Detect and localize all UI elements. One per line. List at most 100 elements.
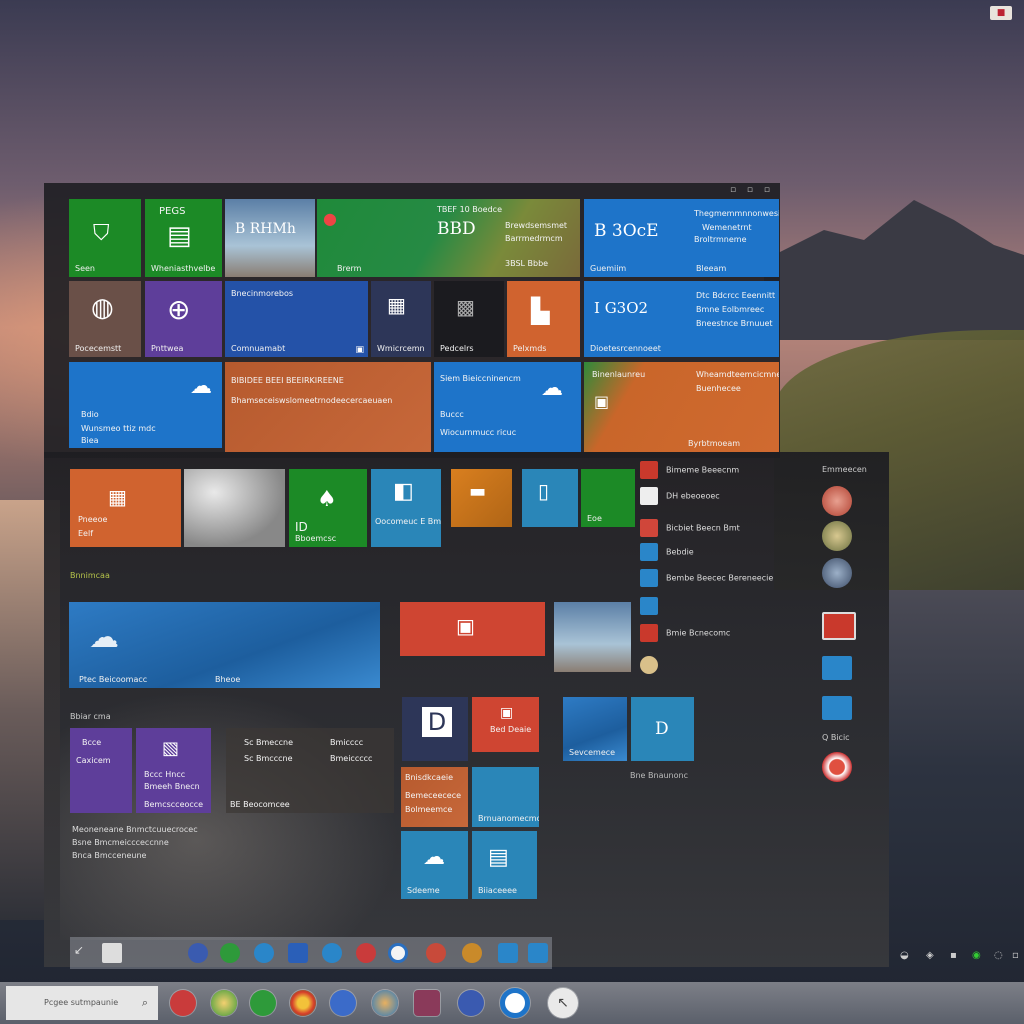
app-icon [640,543,658,561]
folder-icon: ▬ [469,481,487,502]
tile-blue-d[interactable]: D [631,697,694,761]
cloud-icon[interactable] [254,943,274,963]
tile-cloud-small[interactable]: ☁ Sdeeme [401,831,468,899]
battery-icon[interactable]: ▪ [950,950,957,961]
calculator-icon: ▦ [108,485,127,509]
image-icon[interactable] [822,656,852,680]
tile-xbox[interactable]: ▩ Pedcelrs [434,281,504,357]
wifi-icon[interactable]: ◒ [900,950,909,961]
tile-green[interactable]: Eoe [581,469,635,527]
app-icon [640,569,658,587]
record-icon[interactable] [822,752,852,782]
globe-app-icon[interactable] [372,990,398,1016]
tile-globe[interactable]: ◍ Pocecemstt [69,281,141,357]
notification-icon[interactable]: ■ [990,6,1012,20]
tile-photos[interactable]: B RHMh [225,199,315,277]
clock-icon[interactable]: ◌ [994,950,1003,961]
tile-purple-2[interactable]: ▧ Bccc Hncc Bmeeh Bnecn Bemcscceocce [136,728,211,813]
app-icon [640,461,658,479]
tile-rust-2[interactable]: Bnisdkcaeie Bemeceecece Bolmeemce [401,767,468,827]
settings-icon[interactable] [822,521,852,551]
tile-group-caption: Meoneneane Bnmctcuuecrocec Bsne Bmcmeicc… [72,825,198,860]
list-item[interactable]: Bicbiet Beecn Bmt [640,519,740,539]
news-icon: ▤ [488,845,509,870]
tile-amber[interactable]: ▬ [451,469,512,527]
list-item[interactable]: Bimeme Beeecnm [640,461,739,481]
tile-photo-beach[interactable] [554,602,631,672]
tile-weather[interactable]: B 3OcE Thegmemmnnonwesid Wemenetrnt Brol… [584,199,779,277]
gallery-app-icon[interactable] [414,990,440,1016]
tile-sports[interactable]: ▣ Binenlaunreu Wheamdteemcicmne Buenhece… [584,362,779,452]
back-app-icon[interactable]: ↖ [548,988,578,1018]
search-box[interactable]: Pcgee sutmpaunie ⌕ [6,986,158,1020]
tile-teal[interactable]: ▯ [522,469,578,527]
tile-calculator[interactable]: ▦ Pneeoe Eelf [70,469,181,547]
tile-dark-text[interactable]: Sc Bmeccne Bmicccc Sc Bmcccne Bmeiccccc … [226,728,394,813]
tile-onedrive[interactable]: ☁ Bdio Wunsmeo ttiz mdc Biea [69,362,222,448]
tile-onedrive-2[interactable]: ☁ Siem Bieiccninencm Buccc Wiocurnmucc r… [434,362,581,452]
tile-finance[interactable]: I G3O2 Dtc Bdcrcc Eeennitt Bmne Eolbmree… [584,281,779,357]
edge-icon[interactable] [188,943,208,963]
list-item[interactable]: Bmie Bcnecomc [640,624,730,644]
leaf-icon: ♠ [317,487,337,512]
tile-photo-cloud[interactable] [184,469,285,547]
app-icon [640,624,658,642]
app-d-icon: D [422,707,452,737]
back-icon[interactable]: ↙ [74,943,94,963]
media-icon[interactable] [426,943,446,963]
avatar-icon[interactable] [822,486,852,516]
tile-mail[interactable]: PEGS ▤ Wheniasthvelbe [145,199,222,277]
tile-sky-wide[interactable]: ☁ Ptec Beicoomacc Bheoe [69,602,380,688]
tile-onedrive-3[interactable]: ♠ ID Bboemcsc [289,469,367,547]
chrome-app-icon[interactable] [290,990,316,1016]
tile-blue-paper[interactable]: Brnuanomecmcm [472,767,539,827]
tile-store-2[interactable]: ◧ Oocomeuc E Bmoccecne [371,469,441,547]
tile-red-small[interactable]: ▣ Bed Deaie [472,697,539,752]
clock-icon[interactable] [388,943,408,963]
globe-icon[interactable] [822,558,852,588]
tile-purple-1[interactable]: Bcce Caxicem [70,728,132,813]
tile-navy-d[interactable]: D [402,697,468,761]
maps-icon[interactable] [356,943,376,963]
inner-taskbar: ↙ [70,937,552,969]
tile-red-wide[interactable]: ▣ [400,602,545,656]
caption-under-col: Bne Bnaunonc [630,771,688,780]
list-item[interactable]: Bebdie [640,543,694,563]
blue-app-icon[interactable] [330,990,356,1016]
globe-icon[interactable] [462,943,482,963]
dropbox-icon[interactable] [322,943,342,963]
tile-photo-leaf[interactable]: Sevcemece [563,697,627,761]
tile-calendar[interactable]: Bnecinmorebos Comnuamabt ▣ [225,281,368,357]
maps-app-icon[interactable] [211,990,237,1016]
grid-app-icon[interactable] [458,990,484,1016]
tile-maps[interactable]: ⊕ Pnttwea [145,281,222,357]
volume-icon[interactable]: ◈ [926,950,934,961]
chrome-icon[interactable] [220,943,240,963]
skype-icon[interactable] [498,943,518,963]
list-item[interactable] [640,597,666,617]
document-icon[interactable] [822,696,852,720]
briefcase-icon: ▣ [500,705,514,721]
tile-news-small[interactable]: ▤ Biiaceeee [472,831,537,899]
network-icon[interactable]: ◉ [972,950,981,961]
store-icon[interactable] [528,943,548,963]
tile-office[interactable]: ▙ Pelxmds [507,281,580,357]
word-icon[interactable] [288,943,308,963]
list-item[interactable] [640,656,666,676]
document-icon: ▤ [167,221,192,251]
green-app-icon[interactable] [250,990,276,1016]
tile-news-headlines[interactable]: BIBIDEE BEEI BEEIRKIREENE Bhamseceiswslo… [225,362,431,452]
edge-app-icon[interactable] [500,988,530,1018]
tile-news[interactable]: ● TBEF 10 Boedce BBD Brewdsemsmet Barrme… [317,199,580,277]
list-item[interactable]: Bembe Beecec Bereneecie [640,569,773,589]
photo-icon[interactable] [822,612,856,640]
tile-store[interactable]: ⛉ Seen [69,199,141,277]
window-controls[interactable]: ▫ ▫ ▫ [730,185,774,195]
tile-people[interactable]: ▦ Wmicrcemn [371,281,431,357]
bag-icon: ◧ [393,479,414,504]
list-icon[interactable] [102,943,122,963]
red-app-icon[interactable] [170,990,196,1016]
notification-icon[interactable]: ▫ [1012,950,1019,961]
list-item[interactable]: DH ebeoeoec [640,487,720,507]
app-icon [640,487,658,505]
